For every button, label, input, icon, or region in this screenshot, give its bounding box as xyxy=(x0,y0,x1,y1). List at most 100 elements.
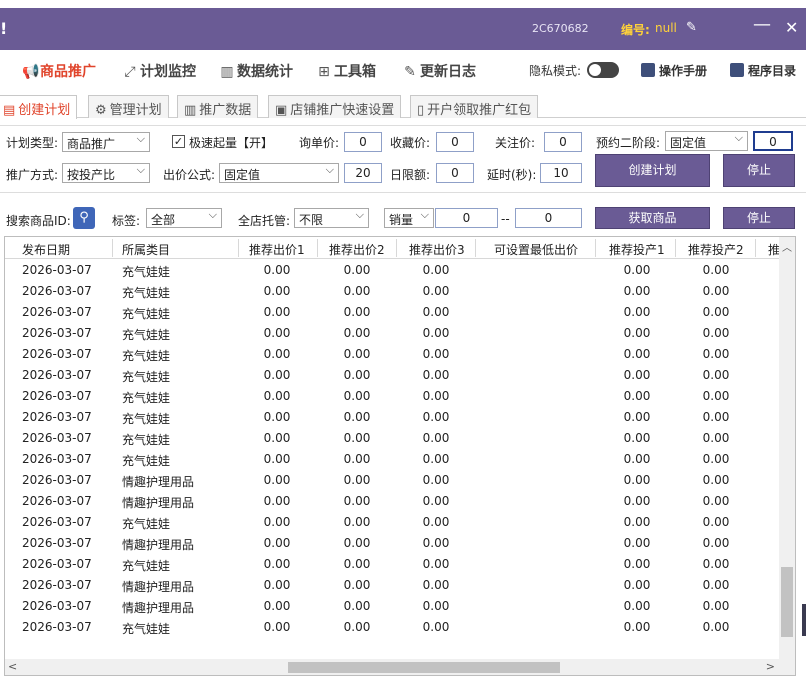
bar-chart-icon: ▥ xyxy=(184,103,197,118)
close-button[interactable]: ✕ xyxy=(785,18,798,37)
vertical-scrollbar[interactable]: ︿ xyxy=(779,237,795,659)
scroll-right-icon[interactable]: > xyxy=(766,660,775,673)
table-row[interactable]: 2026-03-07 充气娃娃 0.00 0.00 0.00 0.00 0.00 xyxy=(5,322,779,343)
col-roi2[interactable]: 推荐投产2 xyxy=(688,241,744,258)
table-row[interactable]: 2026-03-07 情趣护理用品 0.00 0.00 0.00 0.00 0.00 xyxy=(5,469,779,490)
calendar-icon: ▤ xyxy=(3,103,16,118)
follow-input[interactable]: 0 xyxy=(544,132,582,152)
tab-store-quick-setup[interactable]: ▣ 店铺推广快速设置 xyxy=(268,95,402,118)
col-divider xyxy=(396,239,397,257)
table-row[interactable]: 2026-03-07 充气娃娃 0.00 0.00 0.00 0.00 0.00 xyxy=(5,280,779,301)
cell-value: 0.00 xyxy=(702,368,730,382)
range-min-input[interactable]: 0 xyxy=(435,208,498,228)
nav-item-product-promo[interactable]: 📢商品推广 xyxy=(22,61,96,81)
range-max-input[interactable]: 0 xyxy=(515,208,582,228)
cell-value: 0.00 xyxy=(422,452,450,466)
cell-value: 0.00 xyxy=(263,620,291,634)
cell-value: 0.00 xyxy=(623,599,651,613)
table-row[interactable]: 2026-03-07 情趣护理用品 0.00 0.00 0.00 0.00 0.00 xyxy=(5,574,779,595)
nav-item-toolbox[interactable]: ⊞ 工具箱 xyxy=(316,61,376,81)
table-row[interactable]: 2026-03-07 充气娃娃 0.00 0.00 0.00 0.00 0.00 xyxy=(5,259,779,280)
col-category[interactable]: 所属类目 xyxy=(122,241,170,258)
tag-select[interactable]: 全部 xyxy=(146,208,222,228)
vertical-scroll-thumb[interactable] xyxy=(781,567,793,637)
cell-category: 情趣护理用品 xyxy=(122,538,195,552)
table-header: 发布日期 所属类目 推荐出价1 推荐出价2 推荐出价3 可设置最低出价 推荐投产… xyxy=(5,237,795,259)
horizontal-scrollbar[interactable]: < > xyxy=(5,659,795,675)
nav-item-data-stats[interactable]: ▥ 数据统计 xyxy=(219,61,293,81)
book-icon xyxy=(641,63,655,77)
table-row[interactable]: 2026-03-07 情趣护理用品 0.00 0.00 0.00 0.00 0.00 xyxy=(5,532,779,553)
promo-method-select[interactable]: 按投产比 xyxy=(62,163,150,183)
stop-fetch-button[interactable]: 停止 xyxy=(723,207,795,229)
cell-value: 0.00 xyxy=(343,263,371,277)
stage2-select[interactable]: 固定值 xyxy=(665,131,748,151)
cell-value: 0.00 xyxy=(702,557,730,571)
privacy-label: 隐私模式: xyxy=(529,64,582,78)
cell-date: 2026-03-07 xyxy=(22,284,92,298)
pencil-icon[interactable]: ✎ xyxy=(686,20,697,35)
bid-value-input[interactable]: 20 xyxy=(344,163,382,183)
fetch-products-button[interactable]: 获取商品 xyxy=(595,207,710,229)
cell-value: 0.00 xyxy=(702,431,730,445)
manual-link[interactable]: 操作手册 xyxy=(641,62,707,79)
table-row[interactable]: 2026-03-07 充气娃娃 0.00 0.00 0.00 0.00 0.00 xyxy=(5,427,779,448)
plan-type-select[interactable]: 商品推广 xyxy=(62,132,150,152)
cell-value: 0.00 xyxy=(702,263,730,277)
tab-red-packet[interactable]: ▯ 开户领取推广红包 xyxy=(410,95,539,118)
scroll-left-icon[interactable]: < xyxy=(8,660,17,673)
stop-create-button[interactable]: 停止 xyxy=(723,154,795,187)
col-bid2[interactable]: 推荐出价2 xyxy=(329,241,385,258)
cell-value: 0.00 xyxy=(263,515,291,529)
table-row[interactable]: 2026-03-07 充气娃娃 0.00 0.00 0.00 0.00 0.00 xyxy=(5,343,779,364)
privacy-toggle[interactable] xyxy=(587,62,619,78)
store-icon: ▣ xyxy=(275,103,288,118)
table-row[interactable]: 2026-03-07 充气娃娃 0.00 0.00 0.00 0.00 0.00 xyxy=(5,406,779,427)
col-bid3[interactable]: 推荐出价3 xyxy=(409,241,465,258)
create-plan-button[interactable]: 创建计划 xyxy=(595,154,710,187)
horizontal-scroll-thumb[interactable] xyxy=(288,662,560,673)
table-row[interactable]: 2026-03-07 充气娃娃 0.00 0.00 0.00 0.00 0.00 xyxy=(5,616,779,637)
stage2-input[interactable]: 0 xyxy=(753,131,793,151)
table-row[interactable]: 2026-03-07 充气娃娃 0.00 0.00 0.00 0.00 0.00 xyxy=(5,385,779,406)
scroll-up-icon[interactable]: ︿ xyxy=(782,239,792,254)
cell-date: 2026-03-07 xyxy=(22,431,92,445)
delay-input[interactable]: 10 xyxy=(540,163,582,183)
store-hosting-select[interactable]: 不限 xyxy=(294,208,369,228)
cell-value: 0.00 xyxy=(343,620,371,634)
cell-value: 0.00 xyxy=(343,452,371,466)
inquiry-input[interactable]: 0 xyxy=(344,132,382,152)
cell-value: 0.00 xyxy=(702,620,730,634)
tab-manage-plan[interactable]: ⚙ 管理计划 xyxy=(88,95,169,118)
gear-icon: ⚙ xyxy=(95,103,107,118)
cell-category: 充气娃娃 xyxy=(122,349,171,363)
nav-item-update-log[interactable]: ✎ 更新日志 xyxy=(402,61,476,81)
table-row[interactable]: 2026-03-07 充气娃娃 0.00 0.00 0.00 0.00 0.00 xyxy=(5,511,779,532)
cell-category: 情趣护理用品 xyxy=(122,580,195,594)
tab-promo-data[interactable]: ▥ 推广数据 xyxy=(177,95,259,118)
fast-checkbox[interactable]: ✓ xyxy=(172,135,185,148)
minimize-button[interactable]: — xyxy=(753,14,771,35)
cell-value: 0.00 xyxy=(343,389,371,403)
table-row[interactable]: 2026-03-07 充气娃娃 0.00 0.00 0.00 0.00 0.00 xyxy=(5,553,779,574)
table-row[interactable]: 2026-03-07 情趣护理用品 0.00 0.00 0.00 0.00 0.00 xyxy=(5,595,779,616)
col-min-bid[interactable]: 可设置最低出价 xyxy=(494,241,578,258)
search-icon[interactable]: ⚲ xyxy=(73,207,95,229)
table-row[interactable]: 2026-03-07 充气娃娃 0.00 0.00 0.00 0.00 0.00 xyxy=(5,448,779,469)
table-row[interactable]: 2026-03-07 充气娃娃 0.00 0.00 0.00 0.00 0.00 xyxy=(5,364,779,385)
nav-item-plan-monitor[interactable]: ⤢ 计划监控 xyxy=(122,61,196,81)
table-row[interactable]: 2026-03-07 情趣护理用品 0.00 0.00 0.00 0.00 0.00 xyxy=(5,490,779,511)
tab-create-plan[interactable]: ▤ 创建计划 xyxy=(0,95,78,119)
col-roi1[interactable]: 推荐投产1 xyxy=(609,241,665,258)
daily-limit-input[interactable]: 0 xyxy=(436,163,474,183)
cell-category: 情趣护理用品 xyxy=(122,601,195,615)
favorite-input[interactable]: 0 xyxy=(436,132,474,152)
cell-date: 2026-03-07 xyxy=(22,347,92,361)
sales-select[interactable]: 销量 xyxy=(384,208,434,228)
bid-formula-select[interactable]: 固定值 xyxy=(219,163,339,183)
table-row[interactable]: 2026-03-07 充气娃娃 0.00 0.00 0.00 0.00 0.00 xyxy=(5,301,779,322)
catalog-link[interactable]: 程序目录 xyxy=(730,62,796,79)
cell-value: 0.00 xyxy=(263,368,291,382)
col-publish-date[interactable]: 发布日期 xyxy=(22,241,70,258)
col-bid1[interactable]: 推荐出价1 xyxy=(249,241,305,258)
